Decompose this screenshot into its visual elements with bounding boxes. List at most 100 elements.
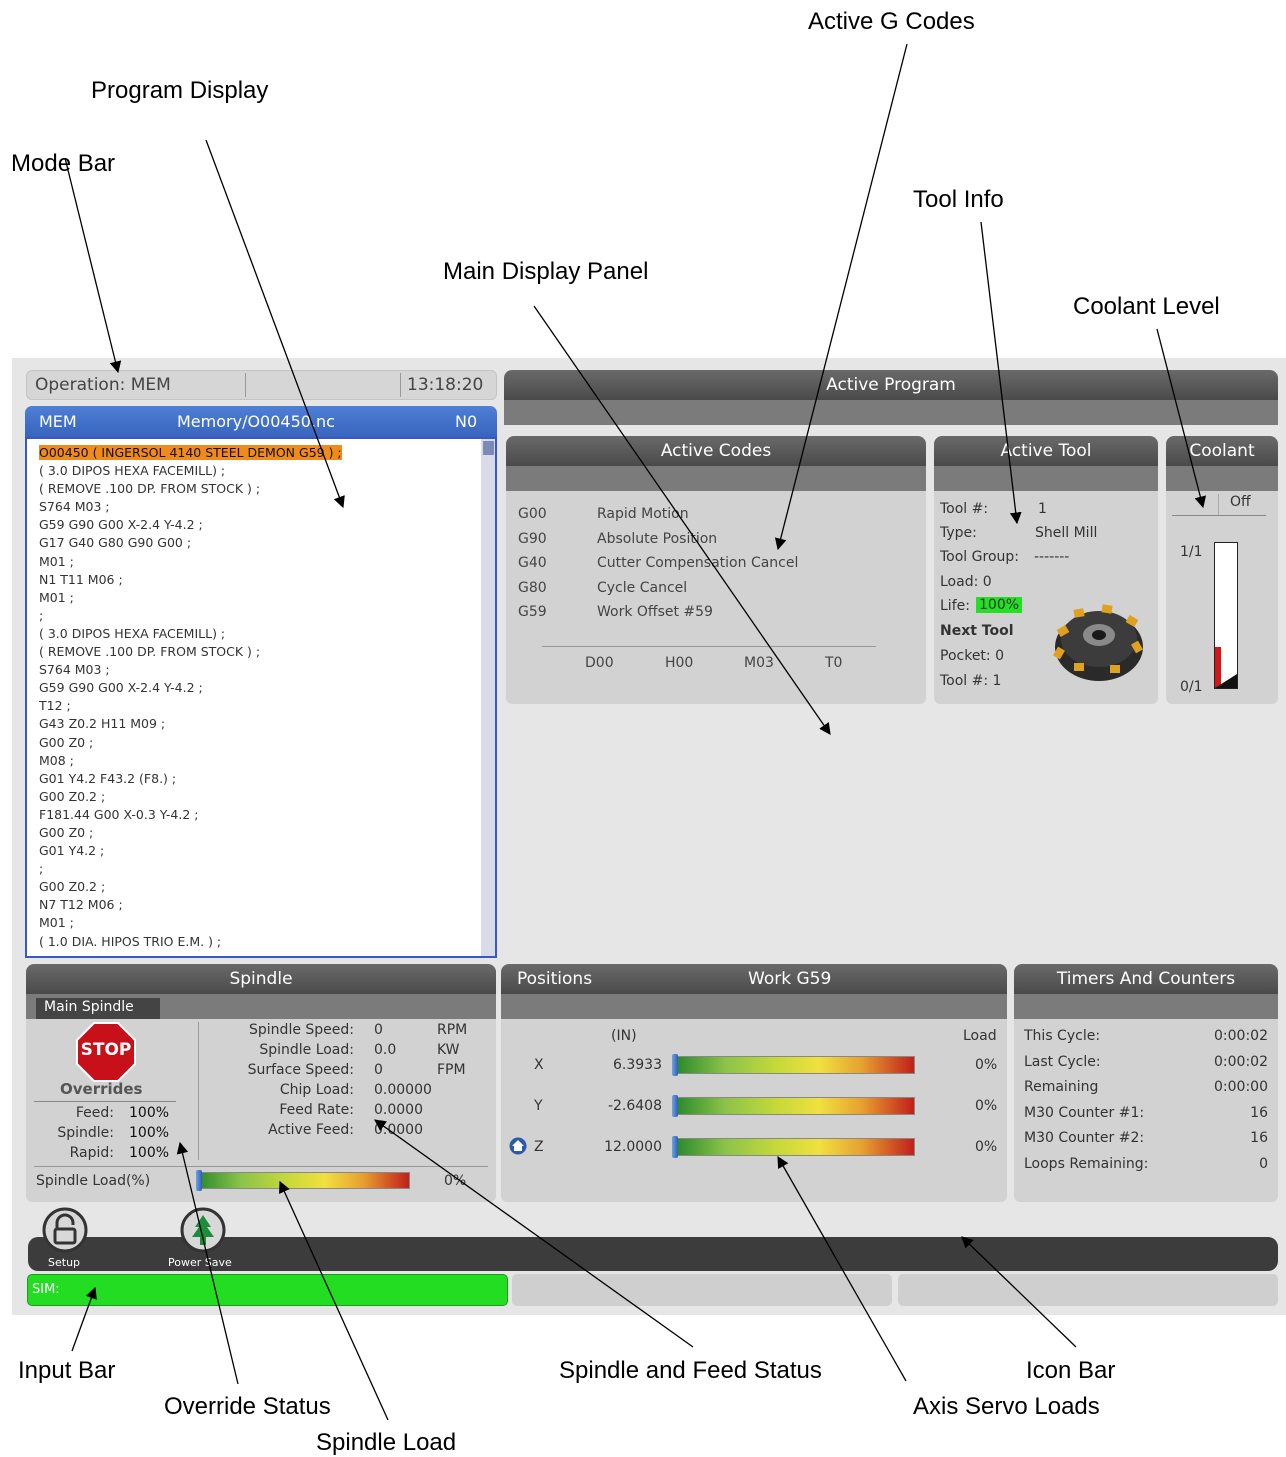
program-line[interactable]: O00450 ( INGERSOL 4140 STEEL DEMON G59 )…: [27, 444, 495, 462]
timer-value: 16: [1250, 1130, 1268, 1146]
program-line-text: ( REMOVE .100 DP. FROM STOCK ) ;: [39, 481, 261, 497]
g-code-description: Work Offset #59: [597, 604, 713, 620]
program-line-text: G00 Z0 ;: [39, 824, 94, 840]
active-program-subbar: [504, 400, 1278, 425]
spindle-load-label: Spindle Load(%): [36, 1173, 151, 1189]
mode-divider-2: [400, 373, 401, 397]
program-line[interactable]: G59 G90 G00 X-2.4 Y-4.2 ;: [27, 516, 495, 534]
program-line-text: N7 T12 M06 ;: [39, 897, 123, 913]
axis-servo-load-bar: [677, 1056, 915, 1074]
axis-servo-load-marker: [672, 1136, 678, 1158]
home-icon[interactable]: [509, 1137, 527, 1155]
callout-tool-info: Tool Info: [913, 186, 1004, 213]
program-line[interactable]: ( REMOVE .100 DP. FROM STOCK ) ;: [27, 643, 495, 661]
program-line-text: G00 Z0.2 ;: [39, 879, 106, 895]
program-line[interactable]: S764 M03 ;: [27, 498, 495, 516]
program-line[interactable]: M01 ;: [27, 553, 495, 571]
spindle-load-divider: [34, 1166, 488, 1167]
program-line[interactable]: N1 T11 M06 ;: [27, 571, 495, 589]
stop-sign-icon: STOP: [76, 1022, 136, 1082]
spindle-status-value: 0.0000: [374, 1122, 423, 1138]
active-codes-subbar: [506, 466, 926, 491]
coolant-bottom-label: 0/1: [1180, 679, 1203, 695]
timer-label: Remaining: [1024, 1079, 1099, 1095]
g-code-description: Rapid Motion: [597, 506, 689, 522]
spindle-vdivider: [198, 1022, 199, 1160]
program-line[interactable]: G43 Z0.2 H11 M09 ;: [27, 715, 495, 733]
axis-load-value: 0%: [975, 1139, 998, 1155]
callout-coolant-level: Coolant Level: [1073, 293, 1220, 320]
spindle-status-unit: RPM: [437, 1022, 468, 1038]
spindle-status-unit: FPM: [437, 1062, 466, 1078]
axis-letter: Y: [534, 1098, 543, 1114]
next-tool-title: Next Tool: [940, 623, 1014, 639]
program-line[interactable]: N7 T12 M06 ;: [27, 896, 495, 914]
program-line[interactable]: S764 M03 ;: [27, 661, 495, 679]
overrides-divider: [34, 1101, 176, 1102]
program-line[interactable]: G59 G90 G00 X-2.4 Y-4.2 ;: [27, 679, 495, 697]
program-line[interactable]: ;: [27, 607, 495, 625]
program-line[interactable]: G00 Z0 ;: [27, 824, 495, 842]
program-line-text: G00 Z0 ;: [39, 734, 94, 750]
program-line-text: O00450 ( INGERSOL 4140 STEEL DEMON G59 )…: [39, 445, 342, 460]
timer-label: M30 Counter #2:: [1024, 1130, 1145, 1146]
override-label: Feed:: [75, 1105, 114, 1121]
program-line[interactable]: G00 Z0.2 ;: [27, 788, 495, 806]
spindle-status-unit: KW: [437, 1042, 460, 1058]
spindle-status-value: 0.0: [374, 1042, 397, 1058]
axis-load-value: 0%: [975, 1057, 998, 1073]
axis-servo-load-bar: [677, 1138, 915, 1156]
operation-mode: Operation: MEM: [35, 375, 171, 395]
active-tool-subbar: [934, 466, 1158, 491]
program-line[interactable]: F181.44 G00 X-0.3 Y-4.2 ;: [27, 806, 495, 824]
active-tool-panel: Tool #: 1 Type: Shell Mill Tool Group: -…: [934, 491, 1158, 704]
coolant-status: Off: [1230, 494, 1251, 510]
program-line[interactable]: G01 Y4.2 F43.2 (F8.) ;: [27, 770, 495, 788]
program-line[interactable]: ( 3.0 DIPOS HEXA FACEMILL) ;: [27, 625, 495, 643]
program-line[interactable]: ( 1.0 DIA. HIPOS TRIO E.M. ) ;: [27, 933, 495, 951]
mode-divider: [245, 373, 246, 397]
program-line[interactable]: M01 ;: [27, 914, 495, 932]
next-tool-pocket: Pocket: 0: [940, 648, 1004, 664]
axis-position: 6.3933: [613, 1057, 662, 1073]
program-line[interactable]: G01 Y4.2 ;: [27, 842, 495, 860]
active-tool-header: Active Tool: [934, 436, 1158, 466]
program-line[interactable]: ( REMOVE .100 DP. FROM STOCK ) ;: [27, 480, 495, 498]
spindle-status-value: 0: [374, 1022, 383, 1038]
power-save-icon[interactable]: [180, 1207, 226, 1253]
shell-mill-image: [1053, 604, 1143, 681]
active-codes-header: Active Codes: [506, 436, 926, 466]
program-line[interactable]: M08 ;: [27, 752, 495, 770]
spindle-status-label: Feed Rate:: [279, 1102, 354, 1118]
program-scrollbar[interactable]: [481, 439, 495, 956]
program-line[interactable]: T12 ;: [27, 697, 495, 715]
program-line[interactable]: ( 3.0 DIPOS HEXA FACEMILL) ;: [27, 462, 495, 480]
main-spindle-tab[interactable]: Main Spindle: [36, 998, 160, 1020]
program-line[interactable]: M01 ;: [27, 589, 495, 607]
program-line[interactable]: G17 G40 G80 G90 G00 ;: [27, 534, 495, 552]
axis-servo-load-marker: [672, 1054, 678, 1076]
program-line-text: ( REMOVE .100 DP. FROM STOCK ) ;: [39, 644, 261, 660]
overrides-title: Overrides: [60, 1080, 143, 1098]
program-line-text: G01 Y4.2 F43.2 (F8.) ;: [39, 770, 177, 786]
program-line[interactable]: G00 Z0 ;: [27, 734, 495, 752]
override-label: Spindle:: [57, 1125, 114, 1141]
spindle-status-value: 0: [374, 1062, 383, 1078]
input-bar[interactable]: SIM:: [27, 1274, 508, 1306]
mode-bar: Operation: MEM 13:18:20: [26, 370, 497, 400]
scrollbar-thumb[interactable]: [483, 441, 494, 455]
axis-letter: Z: [534, 1139, 544, 1155]
spindle-status-value: 0.0000: [374, 1102, 423, 1118]
callout-program-display: Program Display: [91, 77, 269, 104]
spindle-status-value: 0.00000: [374, 1082, 432, 1098]
setup-icon[interactable]: [42, 1207, 88, 1253]
coolant-divider-v: [1218, 494, 1219, 515]
tool-number-label: Tool #:: [940, 501, 989, 517]
program-display[interactable]: O00450 ( INGERSOL 4140 STEEL DEMON G59 )…: [25, 437, 497, 958]
program-line-text: N1 T11 M06 ;: [39, 571, 123, 587]
program-line[interactable]: G00 Z0.2 ;: [27, 878, 495, 896]
spindle-load-marker: [196, 1170, 202, 1191]
program-line[interactable]: ;: [27, 860, 495, 878]
positions-work-offset: Work G59: [748, 969, 832, 989]
active-code-footer-item: D00: [585, 655, 614, 671]
